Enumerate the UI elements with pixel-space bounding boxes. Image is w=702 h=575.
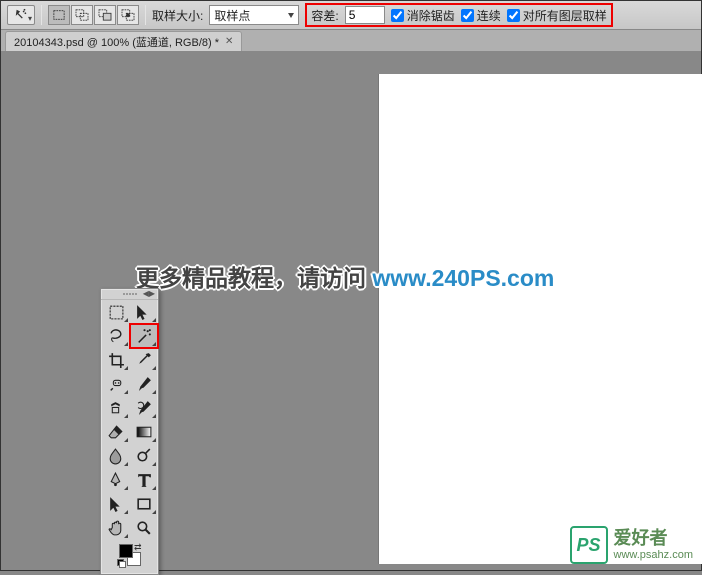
- selection-mode-group: [48, 5, 139, 25]
- crop-tool[interactable]: [102, 348, 130, 372]
- sample-size-label: 取样大小:: [152, 7, 203, 24]
- document-tab[interactable]: 20104343.psd @ 100% (蓝通道, RGB/8) * ✕: [5, 31, 242, 51]
- pen-tool[interactable]: [102, 468, 130, 492]
- tools-panel: ◀▶ ⇄: [100, 288, 159, 575]
- move-tool[interactable]: [130, 300, 158, 324]
- divider: [41, 5, 42, 25]
- dodge-tool[interactable]: [130, 444, 158, 468]
- type-tool[interactable]: [130, 468, 158, 492]
- contiguous-checkbox-input[interactable]: [461, 9, 474, 22]
- highlighted-options: 容差: 消除锯齿 连续 对所有图层取样: [305, 3, 612, 27]
- workspace: 更多精品教程，请访问 www.240PS.com ◀▶ ⇄ PS 爱好者 www…: [1, 51, 701, 570]
- divider: [145, 5, 146, 25]
- history-brush-tool[interactable]: [130, 396, 158, 420]
- lasso-tool[interactable]: [102, 324, 130, 348]
- all-layers-checkbox[interactable]: 对所有图层取样: [507, 7, 607, 24]
- sample-size-dropdown[interactable]: 取样点: [209, 5, 299, 25]
- selection-subtract-button[interactable]: [94, 5, 116, 25]
- clone-stamp-tool[interactable]: [102, 396, 130, 420]
- brand-line2: www.psahz.com: [614, 549, 693, 561]
- tool-preset-picker[interactable]: [7, 5, 35, 25]
- magic-wand-tool[interactable]: [130, 324, 158, 348]
- tools-panel-grip[interactable]: ◀▶: [101, 289, 158, 300]
- antialias-label: 消除锯齿: [407, 7, 455, 24]
- contiguous-label: 连续: [477, 7, 501, 24]
- gradient-tool[interactable]: [130, 420, 158, 444]
- color-swatches[interactable]: ⇄: [101, 540, 158, 570]
- document-tab-title: 20104343.psd @ 100% (蓝通道, RGB/8) *: [14, 34, 219, 50]
- swap-colors-icon[interactable]: ⇄: [134, 542, 142, 553]
- antialias-checkbox-input[interactable]: [391, 9, 404, 22]
- document-canvas[interactable]: [378, 74, 702, 564]
- antialias-checkbox[interactable]: 消除锯齿: [391, 7, 455, 24]
- selection-new-button[interactable]: [48, 5, 70, 25]
- path-selection-tool[interactable]: [102, 492, 130, 516]
- tutorial-watermark: 更多精品教程，请访问 www.240PS.com: [136, 259, 554, 293]
- collapse-icon[interactable]: ◀▶: [143, 290, 155, 298]
- foreground-color-swatch[interactable]: [119, 544, 133, 558]
- blur-tool[interactable]: [102, 444, 130, 468]
- marquee-tool[interactable]: [102, 300, 130, 324]
- zoom-tool[interactable]: [130, 516, 158, 540]
- tolerance-label: 容差:: [311, 7, 338, 24]
- site-watermark: PS 爱好者 www.psahz.com: [570, 526, 693, 564]
- selection-add-button[interactable]: [71, 5, 93, 25]
- eraser-tool[interactable]: [102, 420, 130, 444]
- hand-tool[interactable]: [102, 516, 130, 540]
- default-colors-icon[interactable]: [117, 559, 126, 568]
- close-icon[interactable]: ✕: [225, 36, 233, 47]
- selection-intersect-button[interactable]: [117, 5, 139, 25]
- contiguous-checkbox[interactable]: 连续: [461, 7, 501, 24]
- document-tab-bar: 20104343.psd @ 100% (蓝通道, RGB/8) * ✕: [1, 30, 701, 51]
- sample-size-value: 取样点: [214, 7, 250, 24]
- options-bar: 取样大小: 取样点 容差: 消除锯齿 连续 对所有图层取样: [1, 1, 701, 30]
- brush-tool[interactable]: [130, 372, 158, 396]
- brand-line1: 爱好者: [614, 529, 693, 549]
- ps-badge: PS: [570, 526, 608, 564]
- healing-brush-tool[interactable]: [102, 372, 130, 396]
- all-layers-checkbox-input[interactable]: [507, 9, 520, 22]
- tolerance-input[interactable]: [345, 6, 385, 24]
- shape-tool[interactable]: [130, 492, 158, 516]
- watermark-url: www.240PS.com: [372, 265, 554, 291]
- all-layers-label: 对所有图层取样: [523, 7, 607, 24]
- watermark-text: 更多精品教程，请访问: [136, 265, 372, 291]
- eyedropper-tool[interactable]: [130, 348, 158, 372]
